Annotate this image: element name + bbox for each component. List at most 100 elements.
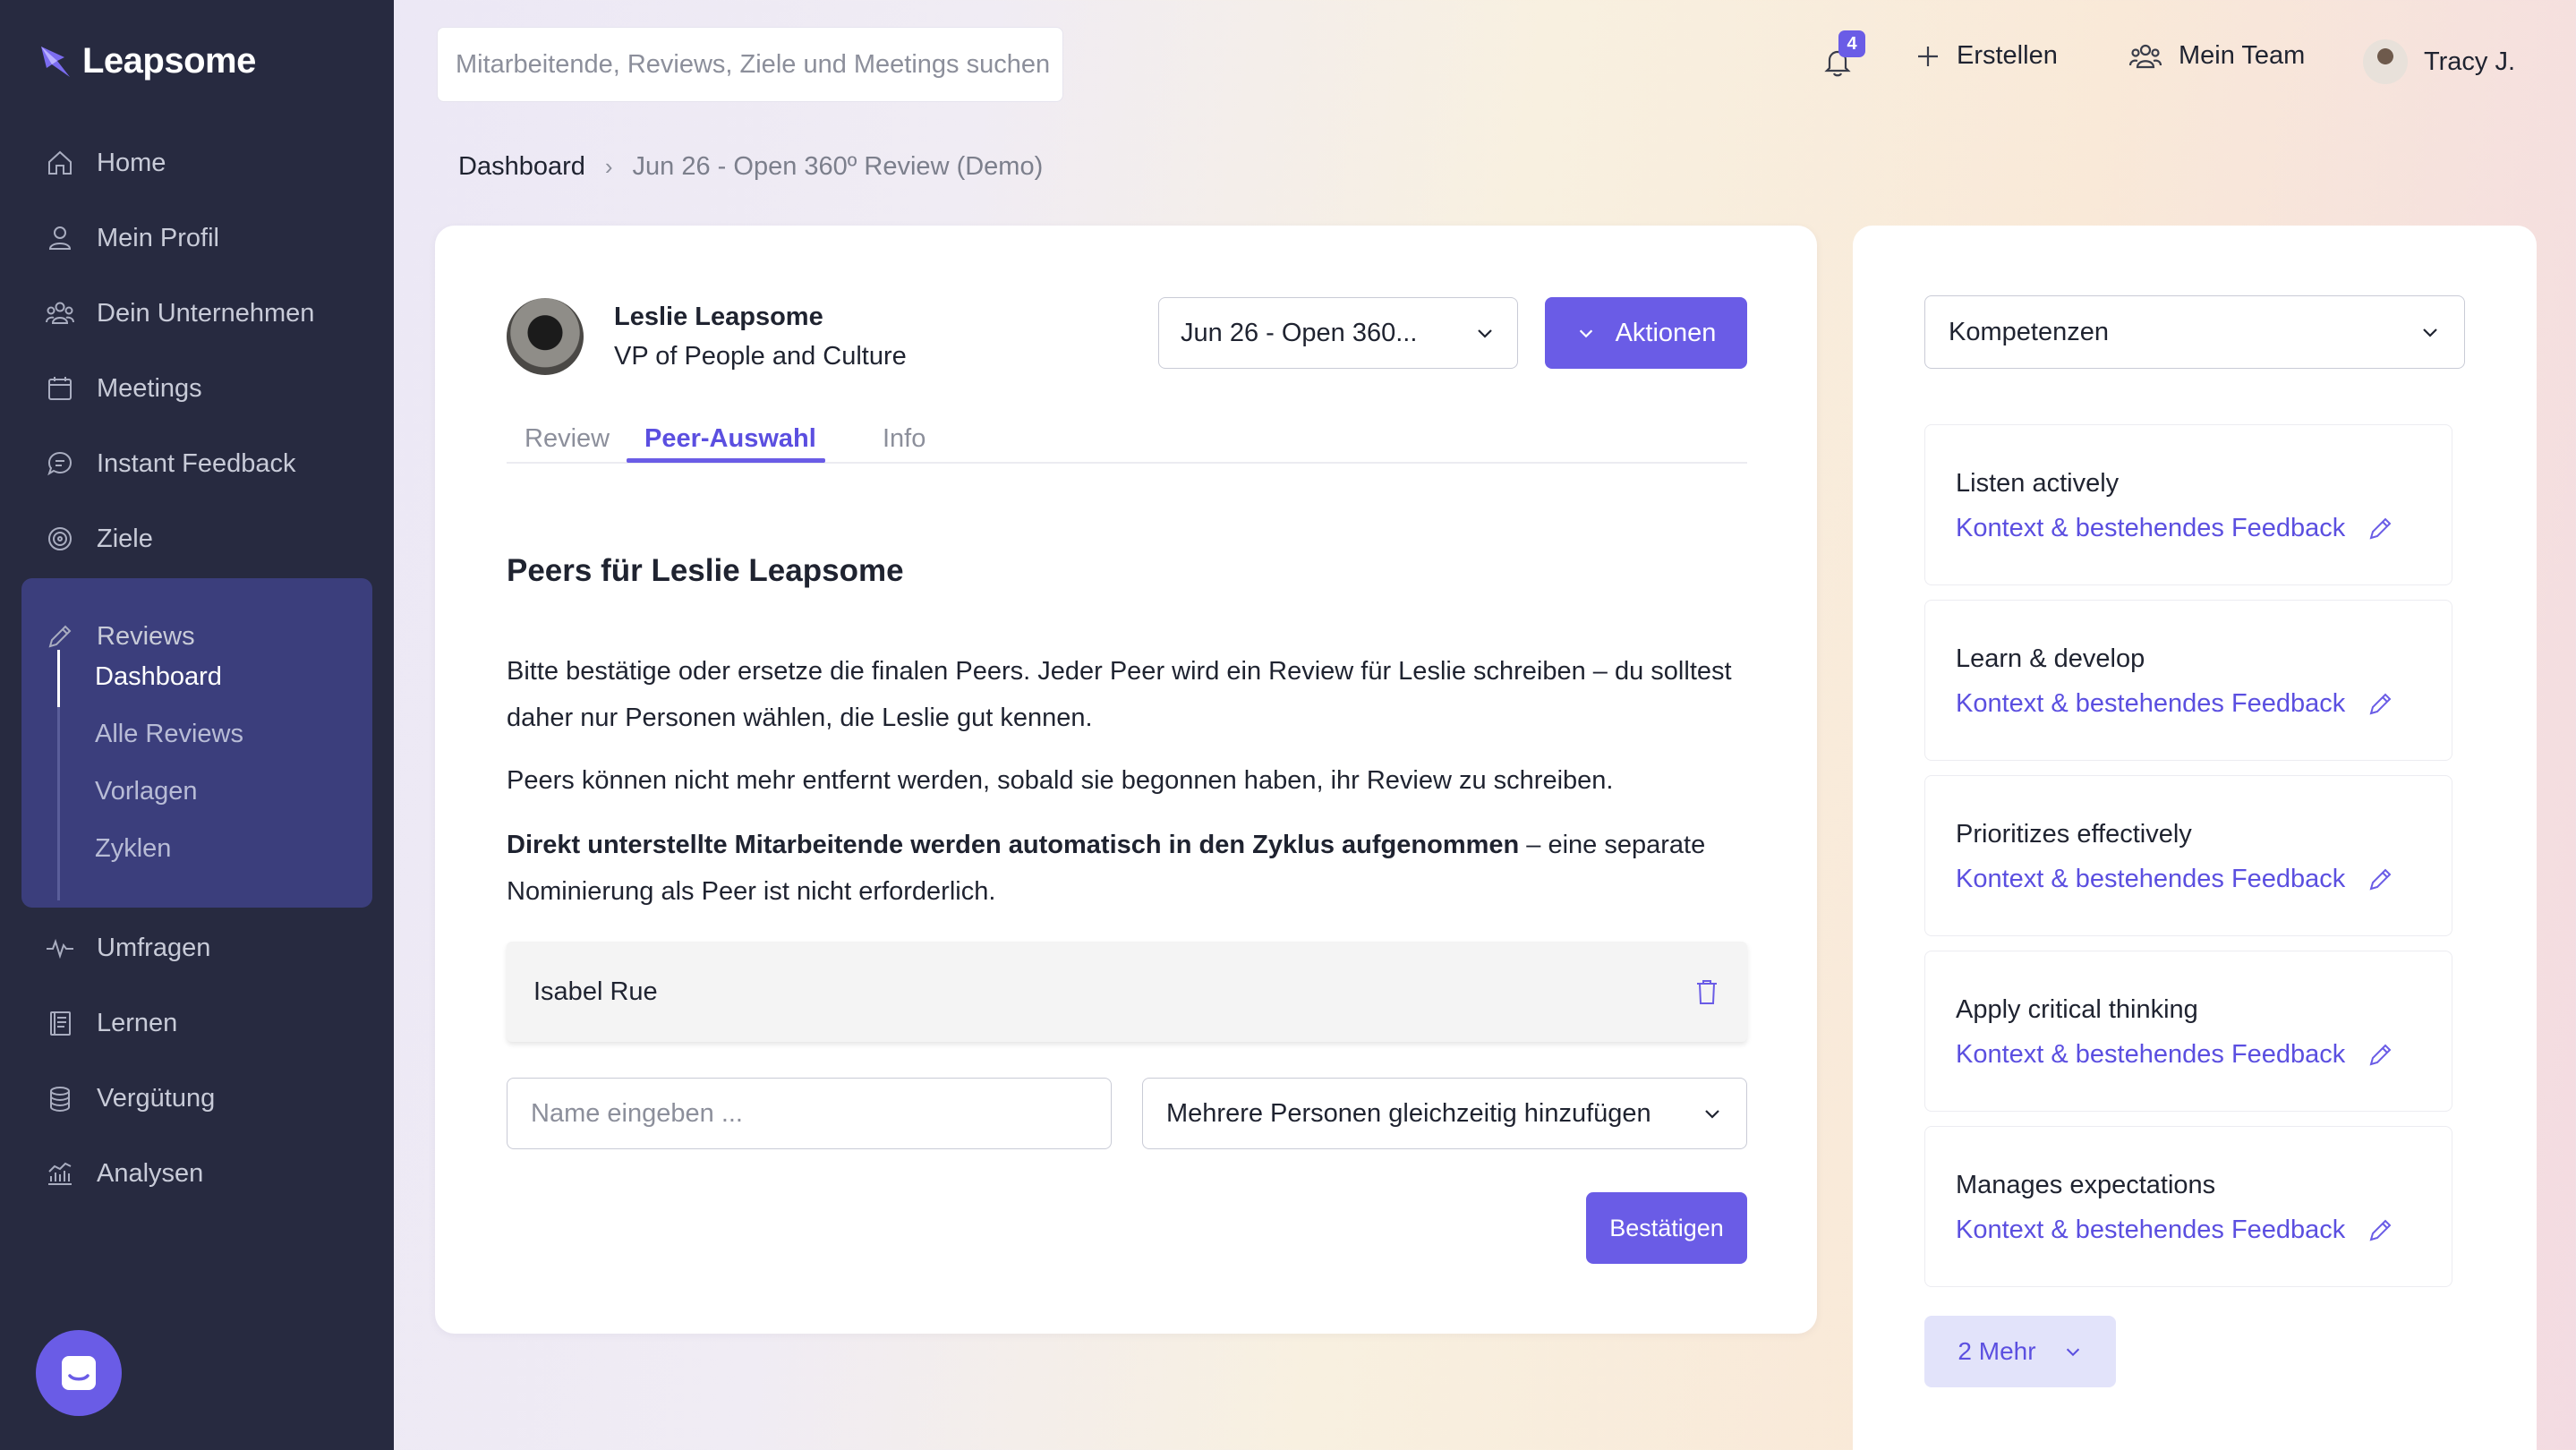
competency-card: Prioritizes effectively Kontext & besteh… (1924, 775, 2452, 936)
tab-review[interactable]: Review (525, 424, 610, 454)
reviewee-header: Leslie Leapsome VP of People and Culture (507, 297, 907, 376)
instruction-text: Bitte bestätige oder ersetze die finalen… (507, 657, 1732, 732)
show-more-button[interactable]: 2 Mehr (1924, 1316, 2116, 1387)
edit-pencil-icon (2369, 693, 2392, 715)
leapsome-logo-icon (41, 46, 70, 77)
sidebar-item-label: Home (97, 148, 166, 177)
trash-icon[interactable] (1693, 977, 1720, 1006)
breadcrumb: Dashboard › Jun 26 - Open 360º Review (D… (458, 152, 1043, 182)
pulse-icon (47, 938, 73, 960)
confirm-button[interactable]: Bestätigen (1586, 1192, 1747, 1264)
competencies-select[interactable]: Kompetenzen (1924, 295, 2465, 369)
sidebar-item-label: Umfragen (97, 933, 211, 962)
context-feedback-link[interactable]: Kontext & bestehendes Feedback (1956, 506, 2423, 550)
tab-peer-selection[interactable]: Peer-Auswahl (644, 424, 816, 454)
cycle-select[interactable]: Jun 26 - Open 360... (1158, 297, 1518, 369)
brand-name: Leapsome (82, 41, 256, 81)
reviews-section: Reviews Dashboard Alle Reviews Vorlagen … (21, 578, 372, 908)
chevron-down-icon (2066, 1348, 2079, 1357)
sidebar-item-instant-feedback[interactable]: Instant Feedback (45, 441, 295, 486)
tab-info[interactable]: Info (883, 424, 925, 454)
chevron-down-icon (1478, 329, 1492, 338)
context-feedback-label: Kontext & bestehendes Feedback (1956, 689, 2346, 718)
sidebar-item-compensation[interactable]: Vergütung (45, 1076, 215, 1121)
support-chat-button[interactable] (36, 1330, 122, 1416)
context-feedback-link[interactable]: Kontext & bestehendes Feedback (1956, 857, 2423, 901)
sidebar-subitem-cycles[interactable]: Zyklen (95, 834, 171, 864)
removal-note: Peers können nicht mehr entfernt werden,… (507, 766, 1614, 795)
edit-pencil-icon (2369, 1219, 2392, 1241)
competency-title: Listen actively (1956, 469, 2120, 498)
sidebar-item-label: Lernen (97, 1008, 178, 1037)
context-feedback-label: Kontext & bestehendes Feedback (1956, 1040, 2346, 1069)
sidebar-item-label: Vergütung (97, 1083, 216, 1113)
search-input[interactable] (456, 49, 1062, 80)
sidebar-item-label: Reviews (97, 621, 195, 651)
competency-title: Learn & develop (1956, 644, 2145, 673)
reviewee-role: VP of People and Culture (614, 342, 907, 371)
create-button[interactable]: Erstellen (1915, 41, 2058, 71)
sidebar-item-label: Mein Profil (97, 223, 219, 252)
context-feedback-label: Kontext & bestehendes Feedback (1956, 1215, 2346, 1244)
competency-card: Learn & develop Kontext & bestehendes Fe… (1924, 600, 2452, 761)
global-search[interactable] (437, 27, 1063, 102)
chat-icon (47, 451, 73, 476)
user-avatar (2363, 39, 2408, 84)
direct-reports-note-bold: Direkt unterstellte Mitarbeitende werden… (507, 831, 1520, 859)
actions-button[interactable]: Aktionen (1545, 297, 1747, 369)
add-multiple-label: Mehrere Personen gleichzeitig hinzufügen (1166, 1098, 1651, 1128)
context-feedback-label: Kontext & bestehendes Feedback (1956, 865, 2346, 893)
sidebar-item-learning[interactable]: Lernen (45, 1001, 177, 1045)
sidebar-subitem-dashboard[interactable]: Dashboard (95, 662, 222, 692)
chevron-right-icon: › (604, 153, 613, 180)
show-more-label: 2 Mehr (1958, 1337, 2036, 1365)
sidebar-item-reviews[interactable]: Reviews (45, 614, 195, 659)
chevron-down-icon (1705, 1110, 1719, 1119)
user-menu[interactable]: Tracy J. (2363, 39, 2515, 84)
peer-name: Isabel Rue (533, 977, 658, 1006)
sidebar-item-profile[interactable]: Mein Profil (45, 216, 219, 260)
actions-label: Aktionen (1615, 318, 1717, 347)
brand-logo[interactable]: Leapsome (38, 41, 256, 81)
context-feedback-label: Kontext & bestehendes Feedback (1956, 514, 2346, 542)
context-feedback-link[interactable]: Kontext & bestehendes Feedback (1956, 1207, 2423, 1252)
competencies-select-value: Kompetenzen (1949, 317, 2109, 346)
edit-pencil-icon (2369, 1044, 2392, 1066)
edit-pencil-icon (2369, 517, 2392, 540)
user-name: Tracy J. (2424, 47, 2516, 76)
sidebar-item-analytics[interactable]: Analysen (45, 1151, 203, 1196)
context-feedback-link[interactable]: Kontext & bestehendes Feedback (1956, 681, 2423, 726)
competency-card: Listen actively Kontext & bestehendes Fe… (1924, 424, 2452, 585)
notification-badge: 4 (1838, 30, 1865, 57)
direct-reports-note: Direkt unterstellte Mitarbeitende werden… (507, 822, 1747, 915)
sidebar-item-label: Analysen (97, 1158, 204, 1188)
my-team-label: Mein Team (2179, 41, 2306, 70)
sidebar-item-meetings[interactable]: Meetings (45, 366, 202, 411)
peer-name-input[interactable] (531, 1098, 1088, 1129)
sidebar-item-home[interactable]: Home (45, 141, 166, 185)
breadcrumb-current: Jun 26 - Open 360º Review (Demo) (632, 152, 1044, 181)
my-team-button[interactable]: Mein Team (2128, 41, 2305, 71)
pencil-icon (48, 625, 72, 648)
edit-pencil-icon (2369, 868, 2392, 891)
sidebar-item-surveys[interactable]: Umfragen (45, 925, 210, 970)
competency-card: Manages expectations Kontext & bestehend… (1924, 1126, 2452, 1287)
competency-card: Apply critical thinking Kontext & besteh… (1924, 951, 2452, 1112)
competency-title: Apply critical thinking (1956, 995, 2198, 1024)
sidebar-subitem-all-reviews[interactable]: Alle Reviews (95, 720, 243, 749)
context-feedback-link[interactable]: Kontext & bestehendes Feedback (1956, 1032, 2423, 1077)
target-icon (48, 527, 72, 550)
breadcrumb-root[interactable]: Dashboard (458, 152, 585, 182)
sidebar-item-goals[interactable]: Ziele (45, 516, 153, 561)
team-icon (2128, 44, 2162, 68)
sidebar-item-company[interactable]: Dein Unternehmen (45, 291, 314, 336)
submenu-active-indicator (57, 650, 60, 707)
add-multiple-select[interactable]: Mehrere Personen gleichzeitig hinzufügen (1142, 1078, 1747, 1149)
competency-title: Prioritizes effectively (1956, 820, 2192, 849)
sidebar-subitem-templates[interactable]: Vorlagen (95, 777, 198, 806)
cycle-select-value: Jun 26 - Open 360... (1181, 318, 1418, 347)
user-icon (48, 226, 72, 250)
peer-name-field[interactable] (507, 1078, 1112, 1149)
competencies-panel: Kompetenzen Listen actively Kontext & be… (1853, 226, 2537, 1450)
chevron-down-icon (1579, 329, 1592, 338)
